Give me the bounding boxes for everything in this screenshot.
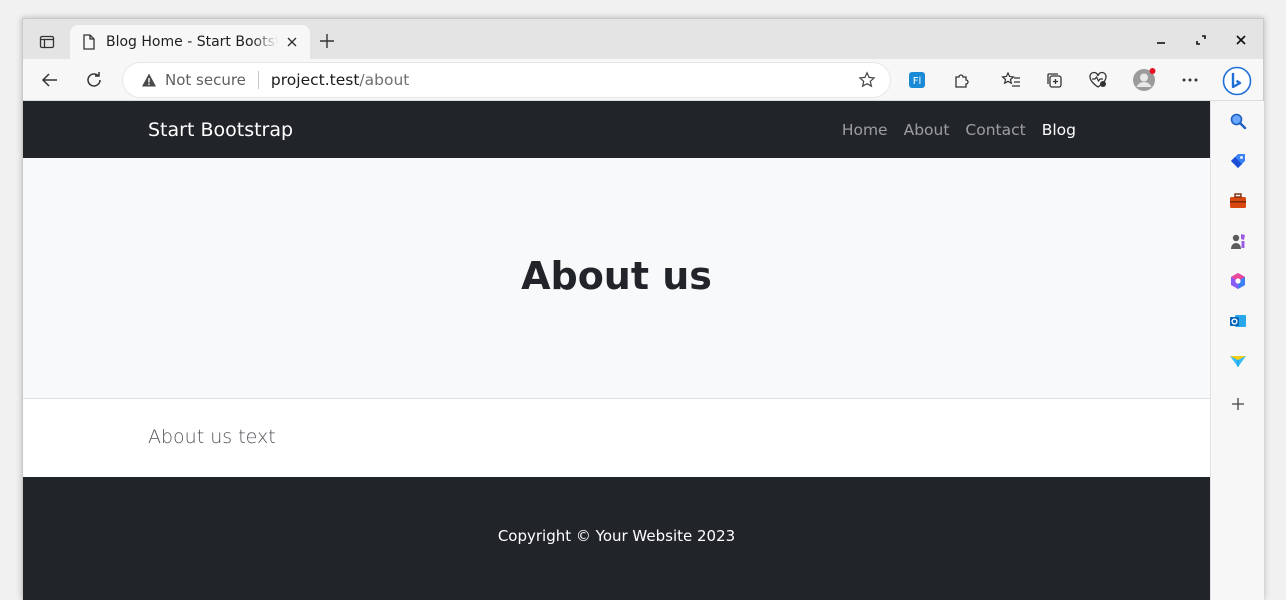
close-icon[interactable] — [284, 34, 300, 50]
browser-toolbar: Not secure project.test/about Fl — [23, 59, 1263, 129]
nav-link-about[interactable]: About — [904, 121, 950, 139]
collections-icon[interactable] — [1042, 68, 1066, 92]
address-separator — [257, 71, 259, 89]
refresh-icon[interactable] — [82, 68, 106, 92]
tab-strip: Blog Home - Start Bootstrap — [23, 19, 1263, 59]
send-icon[interactable] — [1228, 351, 1248, 371]
office-icon[interactable] — [1228, 271, 1248, 291]
games-icon[interactable] — [1228, 231, 1248, 251]
add-icon[interactable] — [1228, 394, 1248, 414]
site-footer: Copyright © Your Website 2023 — [23, 477, 1210, 600]
site-navbar: Start Bootstrap Home About Contact Blog — [23, 101, 1210, 158]
hero-section: About us — [23, 158, 1210, 399]
page-title: About us — [521, 254, 712, 298]
nav-links: Home About Contact Blog — [842, 121, 1076, 139]
page-viewport: Start Bootstrap Home About Contact Blog … — [23, 101, 1210, 600]
toolbox-icon[interactable] — [1228, 191, 1248, 211]
favorites-icon[interactable] — [999, 68, 1023, 92]
tab-title: Blog Home - Start Bootstrap — [106, 34, 278, 50]
url-host: project.test — [270, 71, 360, 89]
translate-icon[interactable]: Fl — [905, 68, 929, 92]
heart-pulse-icon[interactable] — [1086, 68, 1110, 92]
plus-icon[interactable] — [317, 31, 337, 51]
warning-icon[interactable] — [141, 72, 157, 88]
url-path: /about — [359, 71, 410, 89]
puzzle-icon[interactable] — [950, 68, 974, 92]
address-bar[interactable]: Not secure project.test/about — [123, 63, 890, 97]
minimize-icon[interactable] — [1150, 29, 1172, 51]
content-section: About us text — [23, 399, 1210, 477]
close-window-icon[interactable] — [1230, 29, 1252, 51]
profile-icon[interactable] — [1132, 68, 1156, 92]
edge-sidebar — [1210, 101, 1264, 600]
about-text: About us text — [148, 426, 276, 448]
navbar-brand[interactable]: Start Bootstrap — [148, 119, 293, 141]
shopping-tag-icon[interactable] — [1228, 151, 1248, 171]
nav-link-home[interactable]: Home — [842, 121, 888, 139]
star-icon[interactable] — [858, 71, 876, 89]
more-icon[interactable] — [1178, 68, 1202, 92]
search-icon[interactable] — [1228, 111, 1248, 131]
nav-link-blog[interactable]: Blog — [1042, 121, 1076, 139]
back-icon[interactable] — [38, 68, 62, 92]
nav-link-contact[interactable]: Contact — [965, 121, 1025, 139]
bing-icon[interactable] — [1221, 65, 1253, 97]
browser-window: Blog Home - Start Bootstrap Not secure p… — [22, 18, 1264, 600]
active-tab[interactable]: Blog Home - Start Bootstrap — [70, 25, 310, 59]
svg-text:Fl: Fl — [913, 76, 922, 87]
security-status[interactable]: Not secure — [165, 71, 246, 89]
outlook-icon[interactable] — [1228, 311, 1248, 331]
copyright-text: Copyright © Your Website 2023 — [497, 527, 736, 545]
maximize-icon[interactable] — [1190, 29, 1212, 51]
tab-actions-icon[interactable] — [33, 29, 61, 55]
document-icon — [83, 34, 95, 50]
